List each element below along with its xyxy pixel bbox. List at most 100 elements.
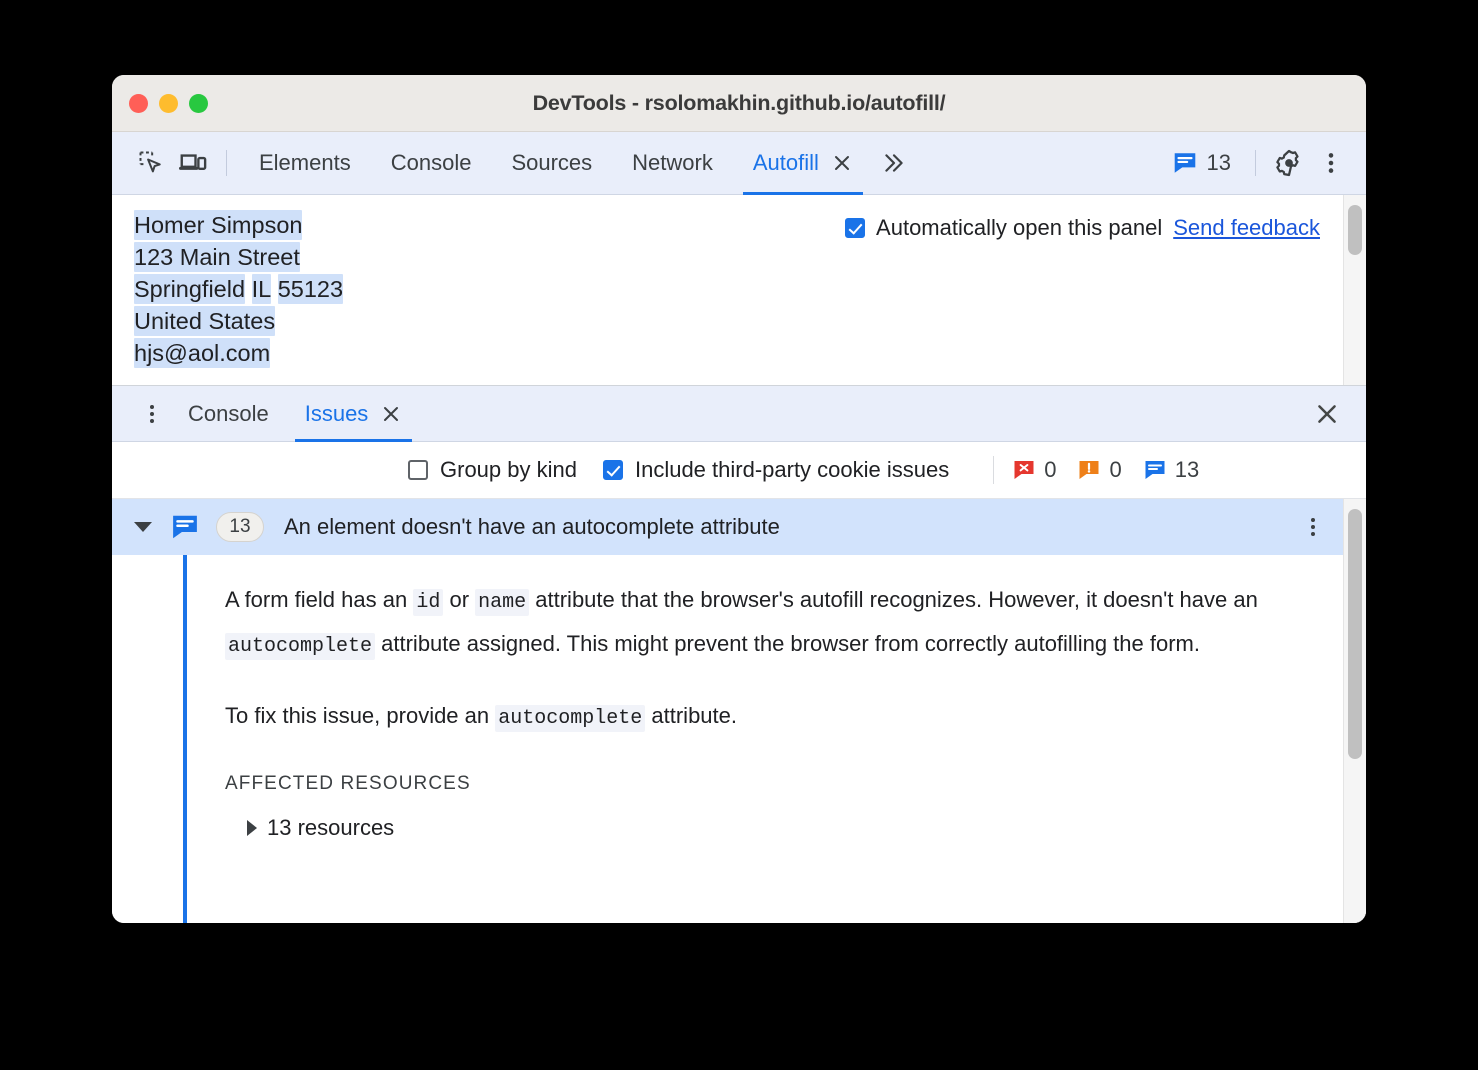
error-badge-icon [1014,461,1034,479]
tab-label: Autofill [752,150,819,175]
code-name: name [475,589,530,616]
close-icon[interactable] [380,403,402,425]
address-segment: IL [251,274,272,304]
autofill-panel-scrollbar[interactable] [1343,195,1366,385]
tab-label: Console [390,150,472,175]
address-line: 123 Main Street [134,241,343,273]
tab-label: Elements [259,150,351,175]
issues-scrollbar[interactable] [1343,499,1366,923]
device-toolbar-icon[interactable] [172,142,214,184]
affected-resources-heading: AFFECTED RESOURCES [225,773,471,794]
code-id: id [413,589,444,616]
scrollbar-thumb[interactable] [1348,509,1362,759]
address-line: Springfield IL 55123 [134,273,344,305]
more-tabs-icon[interactable] [873,150,915,176]
text-part: or [443,587,476,612]
text-part: attribute assigned. This might prevent t… [375,631,1200,656]
info-badge-icon [1145,461,1165,479]
text-part: attribute. [645,703,737,728]
send-feedback-link[interactable]: Send feedback [1173,215,1320,241]
toolbar-divider [1255,150,1256,176]
error-count-group[interactable]: 0 [1012,457,1056,483]
issue-count-badge: 13 [216,512,264,542]
issues-list: 13 An element doesn't have an autocomple… [112,499,1366,923]
affected-resources-toggle[interactable]: 13 resources [247,815,1334,841]
issue-counts: 0 0 13 [1012,457,1211,483]
address-line: Homer Simpson [134,209,343,241]
drawer-tab-issues[interactable]: Issues [287,386,421,442]
issue-row-header[interactable]: 13 An element doesn't have an autocomple… [112,499,1344,555]
group-by-kind-checkbox[interactable] [408,460,428,480]
tab-console[interactable]: Console [371,132,492,195]
drawer-tab-console[interactable]: Console [170,386,287,442]
address-line: United States [134,305,343,337]
warning-count-group[interactable]: 0 [1077,457,1122,483]
drawer-menu-icon[interactable] [134,396,170,432]
group-by-kind-label: Group by kind [440,457,577,482]
tab-elements[interactable]: Elements [239,132,371,195]
window-controls [129,94,208,113]
issue-title: An element doesn't have an autocomplete … [284,514,780,539]
issue-details-content: A form field has an id or name attribute… [112,579,1344,841]
gear-icon[interactable] [1268,142,1310,184]
code-autocomplete: autocomplete [225,633,376,660]
issues-counter-button[interactable]: 13 [1160,150,1243,176]
scrollbar-thumb[interactable] [1348,205,1362,255]
devtools-window: DevTools - rsolomakhin.github.io/autofil… [112,75,1366,923]
text-part: To fix this issue, provide an [225,703,496,728]
toolbar-divider [226,150,227,176]
address-segment: hjs@aol.com [134,338,271,368]
autofill-panel: Homer Simpson 123 Main Street Springfiel… [112,195,1366,386]
group-by-kind-control[interactable]: Group by kind [408,457,577,483]
issues-count-value: 13 [1206,150,1231,175]
toolbar-divider [993,456,995,484]
close-icon[interactable] [831,152,853,174]
window-titlebar: DevTools - rsolomakhin.github.io/autofil… [112,75,1366,132]
drawer-tabbar: Console Issues [112,386,1366,442]
close-drawer-button[interactable] [1308,395,1346,433]
chevron-right-icon[interactable] [247,820,257,836]
autofill-address-preview: Homer Simpson 123 Main Street Springfiel… [134,209,344,369]
close-window-button[interactable] [129,94,148,113]
auto-open-checkbox[interactable] [845,218,866,238]
code-autocomplete: autocomplete [495,705,646,732]
warning-count-value: 0 [1109,457,1122,482]
third-party-cookies-checkbox[interactable] [602,460,623,480]
address-segment: Homer Simpson [134,210,303,240]
autofill-options-row: Automatically open this panel Send feedb… [845,215,1320,241]
address-line: hjs@aol.com [134,337,343,369]
text-part: attribute that the browser's autofill re… [529,587,1258,612]
chevron-down-icon[interactable] [134,522,152,532]
tab-sources[interactable]: Sources [491,132,612,195]
screenshot-root: DevTools - rsolomakhin.github.io/autofil… [0,0,1478,1070]
minimize-window-button[interactable] [159,94,178,113]
info-count-group[interactable]: 13 [1143,457,1199,483]
info-count-value: 13 [1174,457,1200,482]
inspect-element-icon[interactable] [130,142,172,184]
third-party-cookies-control[interactable]: Include third-party cookie issues [602,457,950,483]
drawer-tab-label: Console [188,400,269,426]
kebab-menu-icon[interactable] [1310,142,1352,184]
info-badge-icon [173,515,197,539]
tab-label: Network [632,150,713,175]
tab-autofill[interactable]: Autofill [733,132,873,195]
devtools-tabbar-right: 13 [1160,142,1366,184]
issue-description-paragraph-1: A form field has an id or name attribute… [225,579,1325,667]
affected-resources-count-label: 13 resources [267,815,395,840]
issues-toolbar: Group by kind Include third-party cookie… [112,442,1366,499]
text-part: A form field has an [225,587,414,612]
tab-network[interactable]: Network [612,132,733,195]
window-title: DevTools - rsolomakhin.github.io/autofil… [532,90,946,115]
issue-menu-icon[interactable] [1296,510,1330,544]
address-segment: 123 Main Street [134,242,300,272]
address-segment: United States [134,306,276,336]
issue-details: A form field has an id or name attribute… [112,555,1344,923]
address-segment: 55123 [277,274,344,304]
issue-description-paragraph-2: To fix this issue, provide an autocomple… [225,695,1325,739]
error-count-value: 0 [1044,457,1057,482]
maximize-window-button[interactable] [189,94,208,113]
address-segment: Springfield [134,274,246,304]
warning-badge-icon [1079,461,1099,479]
drawer-tab-label: Issues [304,400,369,426]
third-party-cookies-label: Include third-party cookie issues [634,457,950,482]
